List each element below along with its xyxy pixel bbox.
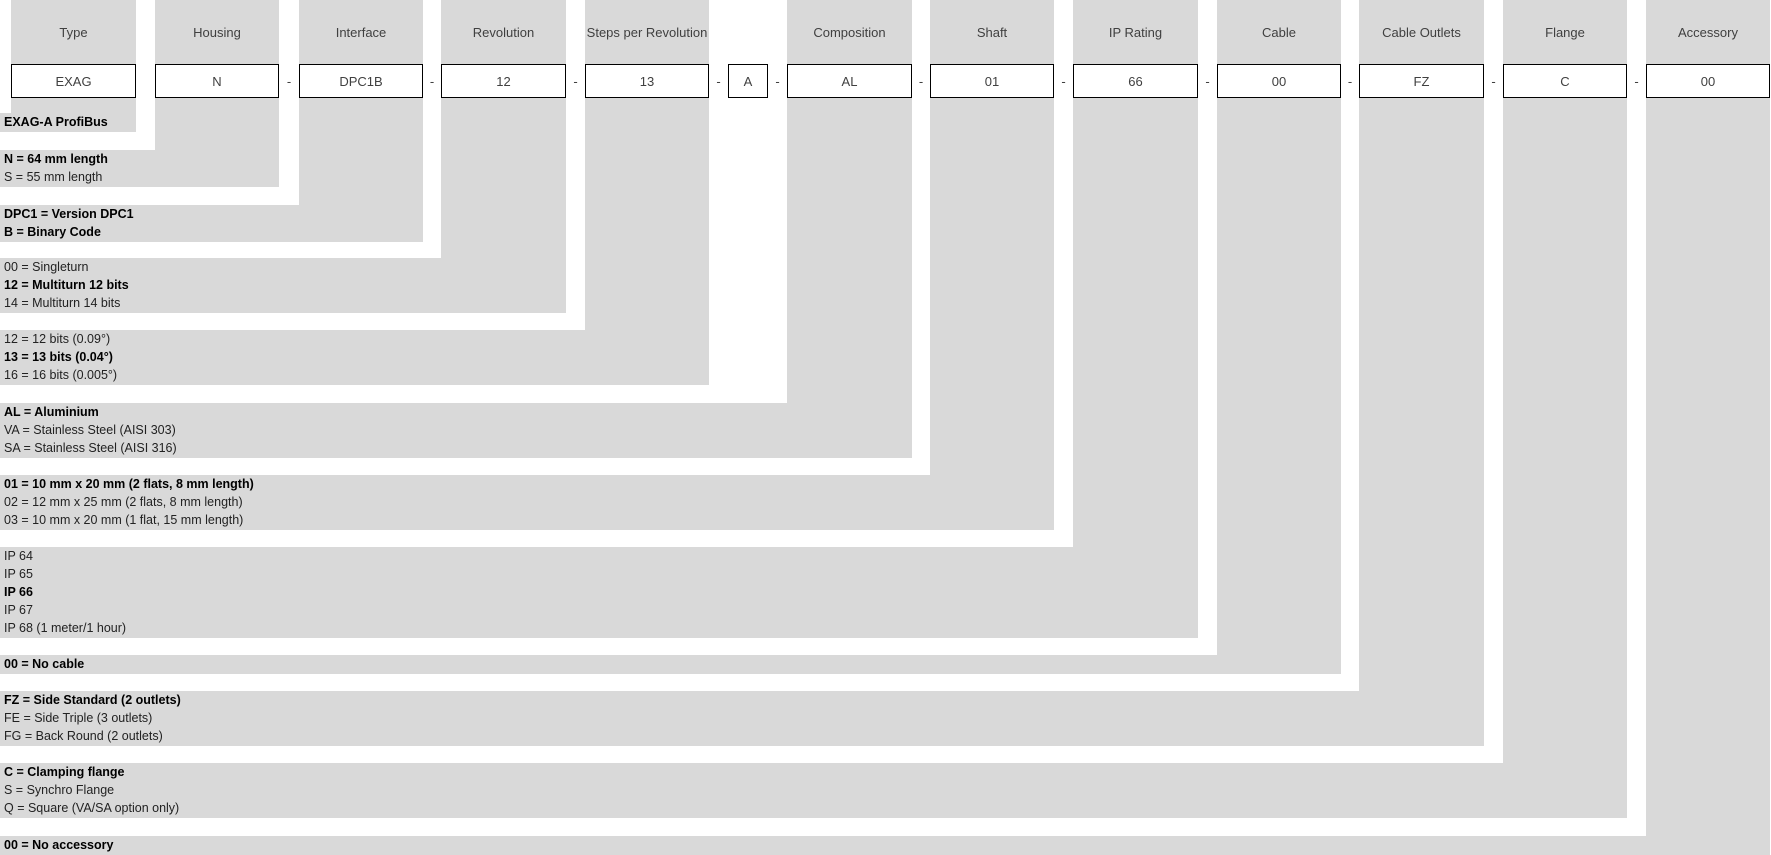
options-list: DPC1 = Version DPC1 B = Binary Code — [4, 205, 134, 241]
option-item: AL = Aluminium — [4, 405, 99, 419]
options-band-ip-rating — [0, 547, 1198, 638]
option-item: S = 55 mm length — [4, 170, 103, 184]
option-item: VA = Stainless Steel (AISI 303) — [4, 423, 176, 437]
option-item: N = 64 mm length — [4, 152, 108, 166]
separator-dash: - — [1061, 74, 1066, 89]
column-header: Cable Outlets — [1382, 24, 1461, 40]
column-header: Steps per Revolution — [586, 24, 708, 40]
column-header: Type — [59, 24, 88, 40]
options-list: 00 = Singleturn 12 = Multiturn 12 bits 14 … — [4, 258, 129, 312]
option-item: 00 = No cable — [4, 657, 85, 671]
code-field-housing[interactable]: N — [155, 64, 279, 98]
code-field-revolution[interactable]: 12 — [441, 64, 566, 98]
option-item: C = Clamping flange — [4, 765, 125, 779]
code-field-interface[interactable]: DPC1B — [299, 64, 423, 98]
column-panel-cable-outlets — [1359, 0, 1484, 746]
options-list: C = Clamping flange S = Synchro Flange Q =… — [4, 763, 179, 817]
code-field-composition[interactable]: AL — [787, 64, 912, 98]
options-list: AL = Aluminium VA = Stainless Steel (AISI… — [4, 403, 177, 457]
options-list: 01 = 10 mm x 20 mm (2 flats, 8 mm length… — [4, 475, 254, 529]
option-item: DPC1 = Version DPC1 — [4, 207, 134, 221]
option-item: 02 = 12 mm x 25 mm (2 flats, 8 mm length… — [4, 495, 243, 509]
code-field-steps-per-revolution[interactable]: 13 — [585, 64, 709, 98]
separator-dash: - — [573, 74, 578, 89]
column-panel-accessory — [1646, 0, 1770, 855]
option-item: EXAG-A ProfiBus — [4, 115, 108, 129]
options-band-cable — [0, 655, 1341, 674]
separator-dash: - — [1347, 74, 1353, 89]
options-list: 12 = 12 bits (0.09°) 13 = 13 bits (0.04°)… — [4, 330, 117, 384]
option-item: IP 67 — [4, 603, 33, 617]
code-field-type[interactable]: EXAG — [11, 64, 136, 98]
option-item: SA = Stainless Steel (AISI 316) — [4, 441, 177, 455]
column-header: Flange — [1545, 24, 1585, 40]
separator-dash: - — [1634, 74, 1639, 89]
options-list: 00 = No accessory — [4, 836, 113, 854]
option-item: FG = Back Round (2 outlets) — [4, 729, 163, 743]
option-item: IP 68 (1 meter/1 hour) — [4, 621, 127, 635]
option-item: IP 65 — [4, 567, 33, 581]
column-header: Cable — [1262, 24, 1296, 40]
separator-dash: - — [716, 74, 721, 89]
options-list: FZ = Side Standard (2 outlets) FE = Side … — [4, 691, 181, 745]
column-header: Revolution — [472, 24, 535, 40]
option-item: 13 = 13 bits (0.04°) — [4, 350, 113, 364]
option-item: Q = Square (VA/SA option only) — [4, 801, 180, 815]
separator-dash: - — [429, 74, 435, 89]
option-item: FZ = Side Standard (2 outlets) — [4, 693, 181, 707]
code-field-shaft[interactable]: 01 — [930, 64, 1054, 98]
separator-dash: - — [1491, 74, 1496, 89]
column-header: IP Rating — [1108, 24, 1163, 40]
separator-dash: - — [918, 74, 924, 89]
code-field-flange[interactable]: C — [1503, 64, 1627, 98]
column-header: Interface — [335, 24, 387, 40]
code-field-accessory[interactable]: 00 — [1646, 64, 1770, 98]
column-header: Shaft — [976, 24, 1008, 40]
column-header: Accessory — [1678, 24, 1738, 40]
separator-dash: - — [775, 74, 780, 89]
column-header: Composition — [813, 24, 886, 40]
options-band-accessory — [0, 836, 1770, 855]
code-field-ip-rating[interactable]: 66 — [1073, 64, 1198, 98]
option-item: S = Synchro Flange — [4, 783, 115, 797]
option-item: 14 = Multiturn 14 bits — [4, 296, 121, 310]
option-item: B = Binary Code — [4, 225, 101, 239]
code-field-fixed[interactable]: A — [728, 64, 768, 98]
option-item: 12 = Multiturn 12 bits — [4, 278, 129, 292]
option-item: 00 = No accessory — [4, 838, 114, 852]
option-item: 00 = Singleturn — [4, 260, 89, 274]
column-panel-flange — [1503, 0, 1627, 818]
column-header: Housing — [193, 24, 241, 40]
options-list: N = 64 mm length S = 55 mm length — [4, 150, 108, 186]
option-item: FE = Side Triple (3 outlets) — [4, 711, 153, 725]
separator-dash: - — [1205, 74, 1210, 89]
option-item: 03 = 10 mm x 20 mm (1 flat, 15 mm length… — [4, 513, 244, 527]
option-item: 01 = 10 mm x 20 mm (2 flats, 8 mm length… — [4, 477, 254, 491]
options-band-flange — [0, 763, 1627, 818]
code-field-cable-outlets[interactable]: FZ — [1359, 64, 1484, 98]
options-list: IP 64 IP 65 IP 66 IP 67 IP 68 (1 meter/1 hou… — [4, 547, 126, 637]
option-item: 12 = 12 bits (0.09°) — [4, 332, 111, 346]
option-item: 16 = 16 bits (0.005°) — [4, 368, 118, 382]
options-band-cable-outlets — [0, 691, 1484, 746]
option-item: IP 66 — [4, 585, 33, 599]
code-field-cable[interactable]: 00 — [1217, 64, 1341, 98]
column-panel-cable — [1217, 0, 1341, 674]
options-list: EXAG-A ProfiBus — [4, 113, 108, 131]
options-list: 00 = No cable — [4, 655, 84, 673]
separator-dash: - — [286, 74, 292, 89]
option-item: IP 64 — [4, 549, 33, 563]
